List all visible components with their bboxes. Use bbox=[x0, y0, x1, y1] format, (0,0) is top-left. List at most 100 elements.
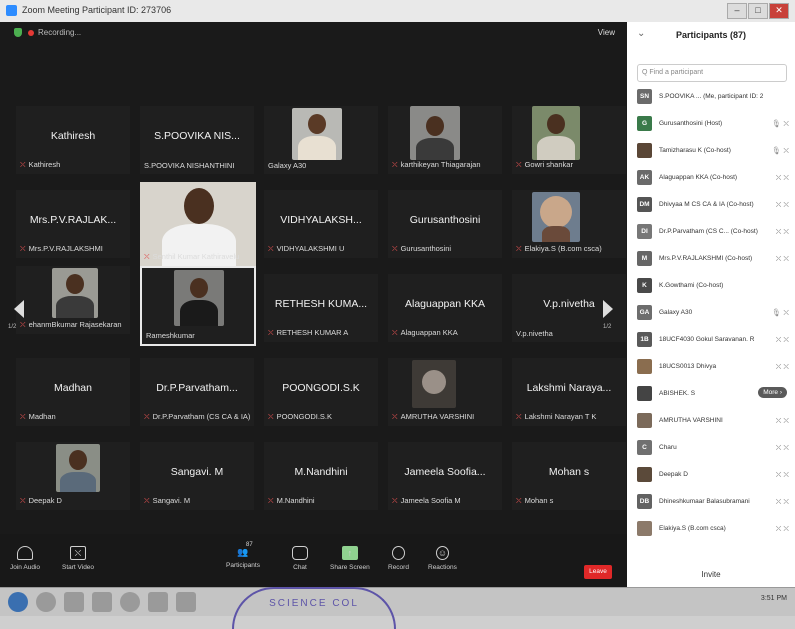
taskbar-app-icon[interactable] bbox=[120, 592, 140, 612]
taskbar-app-icon[interactable] bbox=[148, 592, 168, 612]
participant-row[interactable]: 18UCS0013 Dhivya ⛌ ⛌ bbox=[627, 356, 795, 378]
video-tile[interactable]: POONGODI.S.K ⛌ POONGODI.S.K bbox=[264, 358, 378, 426]
meeting-toolbar: Join Audio ⛌ Start Video 👥 Participants … bbox=[0, 534, 627, 587]
video-tile[interactable]: ⛌ Gowri shankar bbox=[512, 106, 626, 174]
security-shield-icon[interactable] bbox=[14, 28, 22, 37]
more-button[interactable]: More › bbox=[758, 387, 787, 398]
avatar: DI bbox=[637, 224, 652, 239]
minimize-button[interactable]: – bbox=[727, 3, 747, 19]
video-tile[interactable]: Alaguappan KKA ⛌ Alaguappan KKA bbox=[388, 274, 502, 342]
participant-video bbox=[56, 444, 100, 492]
start-video-label: Start Video bbox=[62, 564, 95, 571]
participant-row[interactable]: K K.Gowthami (Co-host) bbox=[627, 275, 795, 297]
participant-row[interactable]: GA Galaxy A30 🎙 ⛌ bbox=[627, 302, 795, 324]
participant-row[interactable]: Tamizharasu K (Co-host) 🎙 ⛌ bbox=[627, 140, 795, 162]
tile-label: ⛌ Senthil Kumar Kathiravelu bbox=[144, 252, 254, 262]
window-controls: – □ ✕ bbox=[727, 3, 789, 19]
participant-row[interactable]: ABISHEK. S More › bbox=[627, 383, 795, 405]
windows-taskbar: 3:51 PM bbox=[0, 587, 795, 616]
participant-row[interactable]: M Mrs.P.V.RAJLAKSHMI (Co-host) ⛌ ⛌ bbox=[627, 248, 795, 270]
share-screen-label: Share Screen bbox=[330, 564, 370, 571]
tile-label-text: Senthil Kumar Kathiravelu bbox=[152, 252, 240, 261]
taskbar-app-icon[interactable] bbox=[176, 592, 196, 612]
previous-page-arrow-icon[interactable] bbox=[14, 300, 24, 318]
tile-label: ⛌ Alaguappan KKA bbox=[392, 328, 500, 338]
avatar: G bbox=[637, 116, 652, 131]
avatar bbox=[637, 521, 652, 536]
video-tile[interactable]: Kathiresh ⛌ Kathiresh bbox=[16, 106, 130, 174]
video-tile[interactable]: Lakshmi Naraya... ⛌ Lakshmi Narayan T K bbox=[512, 358, 626, 426]
mic-muted-icon: ⛌ bbox=[392, 496, 398, 505]
invite-button[interactable]: Invite bbox=[627, 570, 795, 579]
start-button-icon[interactable] bbox=[8, 592, 28, 612]
video-tile[interactable]: Madhan ⛌ Madhan bbox=[16, 358, 130, 426]
start-video-button[interactable]: ⛌ Start Video bbox=[62, 546, 94, 571]
participant-name: Gurusanthosini (Host) bbox=[659, 120, 723, 127]
video-tile[interactable]: RETHESH KUMA... ⛌ RETHESH KUMAR A bbox=[264, 274, 378, 342]
video-tile[interactable]: VIDHYALAKSH... ⛌ VIDHYALAKSHMI U bbox=[264, 190, 378, 258]
mic-muted-icon: ⛌ bbox=[144, 412, 150, 421]
view-button[interactable]: View bbox=[598, 28, 615, 37]
avatar: 1B bbox=[637, 332, 652, 347]
participant-name: 18UCF4030 Gokul Saravanan. R bbox=[659, 336, 755, 343]
chat-button[interactable]: Chat bbox=[292, 546, 308, 571]
participant-name: Dhineshkumaar Balasubramani bbox=[659, 498, 750, 505]
tile-label-text: Rameshkumar bbox=[146, 331, 195, 340]
participant-row[interactable]: DI Dr.P.Parvatham (CS C... (Co-host) ⛌ ⛌ bbox=[627, 221, 795, 243]
taskbar-app-icon[interactable] bbox=[36, 592, 56, 612]
recording-icon bbox=[28, 30, 34, 36]
participant-row[interactable]: DB Dhineshkumaar Balasubramani ⛌ ⛌ bbox=[627, 491, 795, 513]
participant-row[interactable]: AK Alaguappan KKA (Co-host) ⛌ ⛌ bbox=[627, 167, 795, 189]
close-button[interactable]: ✕ bbox=[769, 3, 789, 19]
video-tile[interactable]: ⛌ Senthil Kumar Kathiravelu bbox=[140, 182, 256, 266]
tile-label-text: Gurusanthosini bbox=[400, 244, 452, 253]
video-tile[interactable]: Mohan s ⛌ Mohan s bbox=[512, 442, 626, 510]
active-speaker-tile[interactable]: Rameshkumar bbox=[140, 266, 256, 346]
maximize-button[interactable]: □ bbox=[748, 3, 768, 19]
taskbar-clock: 3:51 PM bbox=[760, 595, 787, 602]
tile-label-text: Galaxy A30 bbox=[268, 161, 307, 170]
participant-video bbox=[532, 106, 580, 160]
next-page-arrow-icon[interactable] bbox=[603, 300, 613, 318]
participant-row[interactable]: Deepak D ⛌ ⛌ bbox=[627, 464, 795, 486]
tile-label-text: Mohan s bbox=[524, 496, 554, 505]
video-tile[interactable]: S.POOVIKA NIS... S.POOVIKA NISHANTHINI bbox=[140, 106, 254, 174]
tile-label: ⛌ VIDHYALAKSHMI U bbox=[268, 244, 376, 254]
video-tile[interactable]: ⛌ karthikeyan Thiagarajan bbox=[388, 106, 502, 174]
video-tile[interactable]: M.Nandhini ⛌ M.Nandhini bbox=[264, 442, 378, 510]
participant-row[interactable]: G Gurusanthosini (Host) 🎙 ⛌ bbox=[627, 113, 795, 135]
participant-row[interactable]: DM Dhivyaa M CS CA & IA (Co-host) ⛌ ⛌ bbox=[627, 194, 795, 216]
record-button[interactable]: Record bbox=[388, 546, 409, 571]
participant-name: Alaguappan KKA (Co-host) bbox=[659, 174, 738, 181]
participants-button[interactable]: 👥 Participants bbox=[226, 546, 260, 569]
tile-label: Rameshkumar bbox=[146, 331, 252, 340]
reactions-button[interactable]: ☺ Reactions bbox=[428, 546, 457, 571]
video-tile[interactable]: Jameela Soofia... ⛌ Jameela Soofia M bbox=[388, 442, 502, 510]
tile-label-text: Lakshmi Narayan T K bbox=[524, 412, 597, 421]
tile-name-large: VIDHYALAKSH... bbox=[280, 214, 362, 226]
video-tile[interactable]: Mrs.P.V.RAJLAK... ⛌ Mrs.P.V.RAJLAKSHMI bbox=[16, 190, 130, 258]
participant-row[interactable]: C Charu ⛌ ⛌ bbox=[627, 437, 795, 459]
participant-row[interactable]: AMRUTHA VARSHINI ⛌ ⛌ bbox=[627, 410, 795, 432]
video-tile[interactable]: ⛌ ehanmBkumar Rajasekaran bbox=[16, 266, 130, 334]
video-tile[interactable]: ⛌ Deepak D bbox=[16, 442, 130, 510]
chat-label: Chat bbox=[293, 564, 307, 571]
participant-row[interactable]: SN S.POOVIKA ... (Me, participant ID: 27… bbox=[627, 86, 795, 108]
leave-button[interactable]: Leave bbox=[584, 565, 612, 579]
participant-row[interactable]: Elakiya.S (B.com csca) ⛌ ⛌ bbox=[627, 518, 795, 540]
video-tile[interactable]: Gurusanthosini ⛌ Gurusanthosini bbox=[388, 190, 502, 258]
tile-label: ⛌ Gurusanthosini bbox=[392, 244, 500, 254]
tile-label-text: VIDHYALAKSHMI U bbox=[276, 244, 345, 253]
video-tile[interactable]: ⛌ AMRUTHA VARSHINI bbox=[388, 358, 502, 426]
video-tile[interactable]: ⛌ Elakiya.S (B.com csca) bbox=[512, 190, 626, 258]
participant-row[interactable]: 1B 18UCF4030 Gokul Saravanan. R ⛌ ⛌ bbox=[627, 329, 795, 351]
taskbar-app-icon[interactable] bbox=[64, 592, 84, 612]
video-tile[interactable]: Dr.P.Parvatham... ⛌ Dr.P.Parvatham (CS CA… bbox=[140, 358, 254, 426]
taskbar-app-icon[interactable] bbox=[92, 592, 112, 612]
share-screen-button[interactable]: ↑ Share Screen bbox=[330, 546, 370, 571]
tile-label: ⛌ Sangavi. M bbox=[144, 496, 252, 506]
video-tile[interactable]: Sangavi. M ⛌ Sangavi. M bbox=[140, 442, 254, 510]
video-tile[interactable]: Galaxy A30 bbox=[264, 106, 378, 174]
join-audio-button[interactable]: Join Audio bbox=[10, 546, 40, 571]
participant-search-input[interactable]: Q Find a participant bbox=[637, 64, 787, 82]
